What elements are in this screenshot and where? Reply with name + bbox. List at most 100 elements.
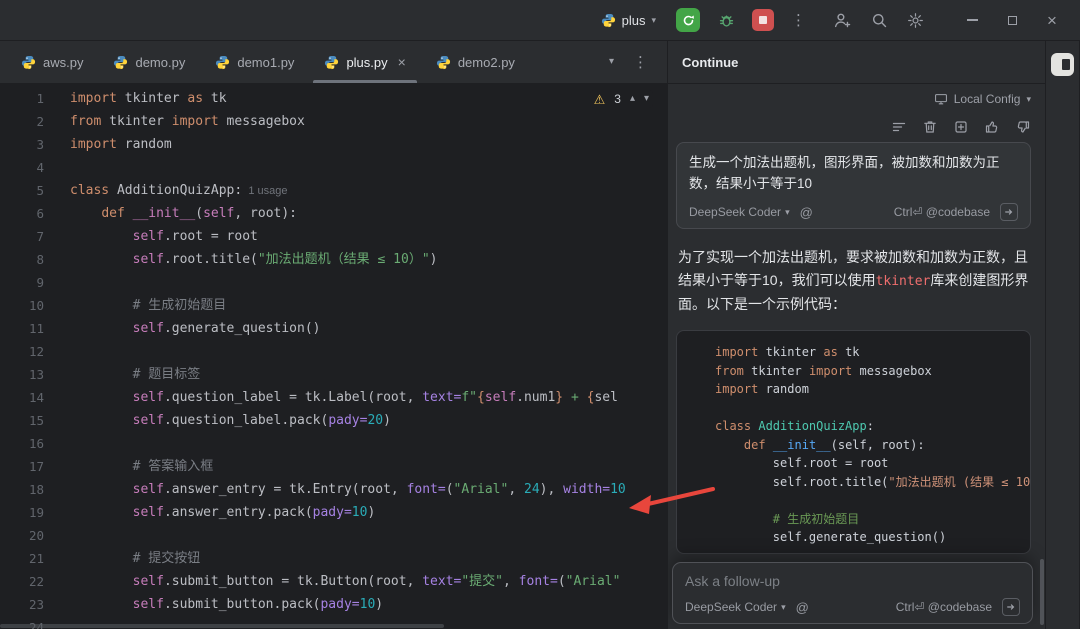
add-user-icon[interactable] [833, 11, 852, 30]
line-number[interactable]: 17 [0, 455, 44, 478]
panel-scrollbar[interactable] [1040, 559, 1044, 625]
mention-icon[interactable]: @ [800, 205, 813, 220]
code-line[interactable]: 13 # 题目标签 [0, 363, 667, 386]
editor-tab-plus.py[interactable]: plus.py× [309, 41, 420, 83]
more-actions-icon[interactable]: ⋮ [788, 11, 809, 29]
code-line[interactable]: # 生成初始题目 [689, 510, 1018, 529]
code-line[interactable]: class AdditionQuizApp: [689, 417, 1018, 436]
code-line[interactable] [689, 491, 1018, 510]
code-line[interactable]: 7 self.root = root [0, 225, 667, 248]
code-line[interactable]: 23 self.submit_button.pack(pady=10) [0, 593, 667, 616]
config-selector[interactable]: Local Config ▾ [676, 92, 1031, 106]
code-line[interactable]: 11 self.generate_question() [0, 317, 667, 340]
line-number[interactable]: 9 [0, 271, 44, 294]
stop-button[interactable] [752, 9, 774, 31]
code-line[interactable]: from tkinter import messagebox [689, 362, 1018, 381]
code-line[interactable]: self.generate_question() [689, 528, 1018, 547]
code-line[interactable]: 21 # 提交按钮 [0, 547, 667, 570]
code-line[interactable]: 6 def __init__(self, root): [0, 202, 667, 225]
code-line[interactable]: 1import tkinter as tk [0, 87, 667, 110]
code-line[interactable]: 2from tkinter import messagebox [0, 110, 667, 133]
followup-input[interactable]: Ask a follow-up DeepSeek Coder ▾ @ Ctrl⏎… [672, 562, 1033, 624]
code-token: ) [375, 597, 383, 612]
line-number[interactable]: 13 [0, 363, 44, 386]
hidden-tabs-chevron-icon[interactable]: ▾ [609, 57, 614, 67]
model-selector[interactable]: DeepSeek Coder ▾ [689, 205, 790, 219]
debug-button[interactable] [714, 8, 738, 32]
code-line[interactable]: 12 [0, 340, 667, 363]
code-line[interactable]: 16 [0, 432, 667, 455]
code-line[interactable]: 19 self.answer_entry.pack(pady=10) [0, 501, 667, 524]
line-number[interactable]: 12 [0, 340, 44, 363]
line-number[interactable]: 3 [0, 133, 44, 156]
line-number[interactable]: 18 [0, 478, 44, 501]
history-icon[interactable] [891, 119, 907, 135]
line-number[interactable]: 5 [0, 179, 44, 202]
run-config-selector[interactable]: plus ▾ [595, 10, 662, 31]
code-line[interactable]: self.root.title("加法出题机 (结果 ≤ 10)") [689, 473, 1018, 492]
line-number[interactable]: 15 [0, 409, 44, 432]
trash-icon[interactable] [922, 119, 938, 135]
continue-plugin-icon[interactable] [1051, 53, 1074, 76]
tab-close-icon[interactable]: × [398, 54, 406, 70]
inspection-widget[interactable]: ⚠ 3 ▴ ▾ [590, 90, 653, 108]
editor-tab-demo2.py[interactable]: demo2.py [421, 41, 530, 83]
line-number[interactable]: 21 [0, 547, 44, 570]
line-number[interactable]: 2 [0, 110, 44, 133]
code-token: AdditionQuizApp [758, 419, 866, 433]
line-number[interactable]: 1 [0, 87, 44, 110]
code-line[interactable]: 15 self.question_label.pack(pady=20) [0, 409, 667, 432]
line-number[interactable]: 8 [0, 248, 44, 271]
code-line[interactable]: 10 # 生成初始题目 [0, 294, 667, 317]
gear-icon[interactable] [907, 12, 924, 29]
model-selector[interactable]: DeepSeek Coder ▾ [685, 600, 786, 614]
horizontal-scrollbar[interactable] [0, 624, 444, 628]
edit-message-button[interactable] [1000, 203, 1018, 221]
new-session-icon[interactable] [953, 119, 969, 135]
line-number[interactable]: 11 [0, 317, 44, 340]
minimize-button[interactable] [952, 5, 992, 35]
thumbs-down-icon[interactable] [1015, 119, 1031, 135]
response-code-block[interactable]: import tkinter as tkfrom tkinter import … [676, 330, 1031, 554]
code-editor[interactable]: 1import tkinter as tk2from tkinter impor… [0, 84, 667, 629]
line-number[interactable]: 7 [0, 225, 44, 248]
code-line[interactable]: 9 [0, 271, 667, 294]
line-number[interactable]: 6 [0, 202, 44, 225]
maximize-button[interactable] [992, 5, 1032, 35]
code-line[interactable]: def __init__(self, root): [689, 436, 1018, 455]
line-number[interactable]: 23 [0, 593, 44, 616]
code-line[interactable]: 5class AdditionQuizApp: 1 usage [0, 179, 667, 202]
code-line[interactable]: 17 # 答案输入框 [0, 455, 667, 478]
code-line[interactable]: import random [689, 380, 1018, 399]
rerun-button[interactable] [676, 8, 700, 32]
prev-warning-icon[interactable]: ▴ [630, 94, 635, 104]
code-line[interactable]: 14 self.question_label = tk.Label(root, … [0, 386, 667, 409]
close-button[interactable]: × [1032, 5, 1072, 35]
line-number[interactable]: 14 [0, 386, 44, 409]
code-line[interactable]: 4 [0, 156, 667, 179]
code-line[interactable]: self.root = root [689, 454, 1018, 473]
code-line[interactable]: 20 [0, 524, 667, 547]
thumbs-up-icon[interactable] [984, 119, 1000, 135]
search-icon[interactable] [871, 12, 888, 29]
line-number[interactable]: 19 [0, 501, 44, 524]
editor-tab-demo1.py[interactable]: demo1.py [200, 41, 309, 83]
code-line[interactable]: 22 self.submit_button = tk.Button(root, … [0, 570, 667, 593]
code-line[interactable]: import tkinter as tk [689, 343, 1018, 362]
line-number[interactable]: 20 [0, 524, 44, 547]
code-line[interactable]: 3import random [0, 133, 667, 156]
mention-icon[interactable]: @ [796, 600, 809, 615]
send-button[interactable] [1002, 598, 1020, 616]
code-line[interactable]: 18 self.answer_entry = tk.Entry(root, fo… [0, 478, 667, 501]
tab-options-icon[interactable]: ⋮ [630, 53, 651, 71]
editor-tab-aws.py[interactable]: aws.py [6, 41, 98, 83]
line-number[interactable]: 4 [0, 156, 44, 179]
editor-tab-demo.py[interactable]: demo.py [98, 41, 200, 83]
code-line[interactable] [689, 399, 1018, 418]
code-line[interactable]: 8 self.root.title("加法出题机（结果 ≤ 10）") [0, 248, 667, 271]
next-warning-icon[interactable]: ▾ [644, 94, 649, 104]
code-token: self [133, 252, 164, 267]
line-number[interactable]: 22 [0, 570, 44, 593]
line-number[interactable]: 16 [0, 432, 44, 455]
line-number[interactable]: 10 [0, 294, 44, 317]
